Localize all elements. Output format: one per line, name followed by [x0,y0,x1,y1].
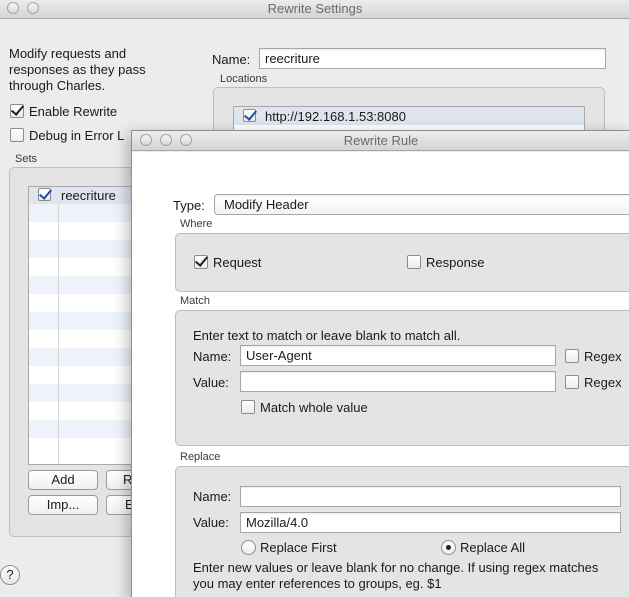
replace-value-label: Value: [193,515,229,530]
list-item[interactable]: reecriture [29,187,133,204]
minimize-button[interactable] [27,2,39,14]
match-whole-value-checkbox[interactable] [241,400,255,414]
enable-rewrite-checkbox[interactable] [10,104,24,118]
help-button[interactable]: ? [0,565,20,585]
match-label: Match [180,295,210,307]
minimize-button[interactable] [160,134,172,146]
set-enabled-checkbox[interactable] [38,188,51,201]
list-item[interactable]: http://192.168.1.53:8080 [234,107,584,125]
type-label: Type: [173,198,205,213]
match-name-label: Name: [193,349,232,364]
match-value-field[interactable] [240,371,556,392]
replace-hint: Enter new values or leave blank for no c… [193,560,599,591]
name-label: Name: [212,52,251,67]
settings-description: Modify requests and responses as they pa… [9,46,146,93]
add-set-button[interactable]: Add [28,470,98,490]
sets-label: Sets [15,153,38,165]
sets-list[interactable]: reecriture [28,186,134,465]
debug-checkbox[interactable] [10,128,24,142]
type-select[interactable]: Modify Header [214,194,629,215]
replace-first-label[interactable]: Replace First [260,540,337,555]
request-label[interactable]: Request [213,255,261,270]
location-url: http://192.168.1.53:8080 [265,109,406,124]
replace-name-field[interactable] [240,486,621,507]
replace-first-radio[interactable] [241,540,256,555]
where-label: Where [180,218,213,230]
replace-name-label: Name: [193,489,232,504]
debug-label[interactable]: Debug in Error L [29,128,124,143]
zoom-button[interactable] [180,134,192,146]
match-name-field[interactable]: User-Agent [240,345,556,366]
replace-value-field[interactable]: Mozilla/4.0 [240,512,621,533]
close-button[interactable] [7,2,19,14]
locations-label: Locations [220,73,268,85]
match-name-regex-checkbox[interactable] [565,349,579,363]
set-name: reecriture [61,188,116,203]
import-button[interactable]: Imp... [28,495,98,515]
enable-rewrite-label[interactable]: Enable Rewrite [29,104,117,119]
set-name-field[interactable]: reecriture [259,48,606,69]
match-name-regex-label[interactable]: Regex [584,349,622,364]
request-checkbox[interactable] [194,255,208,269]
location-enabled-checkbox[interactable] [243,109,256,122]
match-hint: Enter text to match or leave blank to ma… [193,328,461,343]
match-value-regex-checkbox[interactable] [565,375,579,389]
close-button[interactable] [140,134,152,146]
match-value-label: Value: [193,375,229,390]
response-checkbox[interactable] [407,255,421,269]
replace-all-radio[interactable] [441,540,456,555]
replace-all-label[interactable]: Replace All [460,540,525,555]
rule-window-title: Rewrite Rule [343,133,419,148]
settings-titlebar: Rewrite Settings [0,0,629,19]
match-value-regex-label[interactable]: Regex [584,375,622,390]
replace-label: Replace [180,451,221,463]
match-whole-value-label[interactable]: Match whole value [260,400,368,415]
rule-titlebar: Rewrite Rule [132,131,629,151]
response-label[interactable]: Response [426,255,485,270]
settings-window-title: Rewrite Settings [267,1,363,16]
